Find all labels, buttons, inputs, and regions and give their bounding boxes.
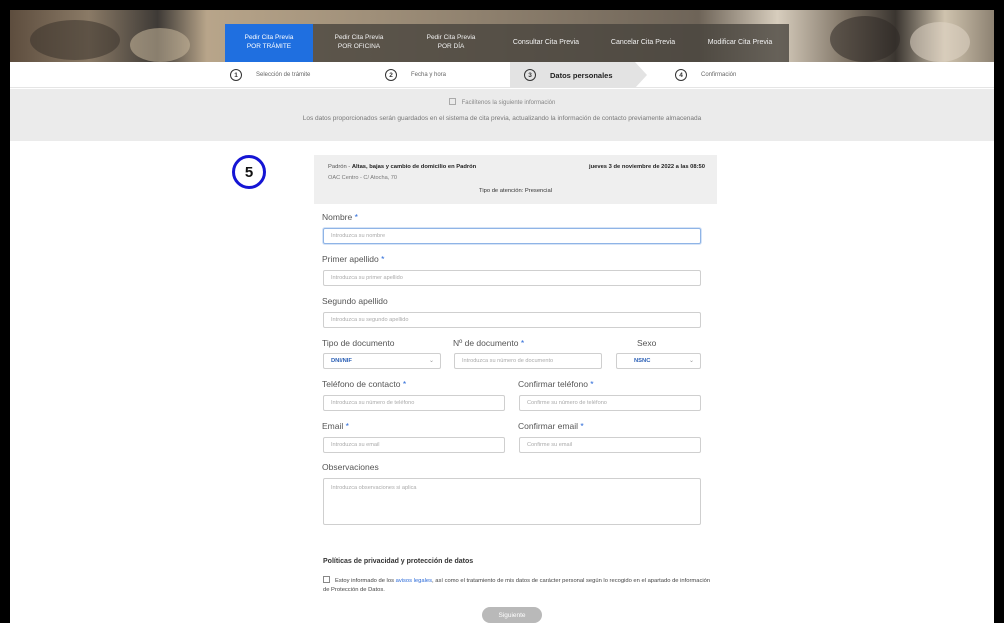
info-band: Facilítenos la siguiente información Los… — [10, 89, 994, 141]
sexo-label: Sexo — [637, 338, 657, 348]
appointment-summary: Padrón - Altas, bajas y cambio de domici… — [314, 155, 717, 204]
numero-documento-label: Nº de documento * — [453, 338, 524, 348]
tab-label: Consultar Cita Previa — [512, 39, 580, 47]
tipo-documento-label: Tipo de documento — [322, 338, 395, 348]
tab-modificar[interactable]: Modificar Cita Previa — [691, 24, 789, 62]
label-text: Nº de documento — [453, 338, 519, 348]
segundo-apellido-label: Segundo apellido — [322, 296, 388, 306]
step-number: 1 — [230, 69, 242, 81]
tab-label: Pedir Cita Previa — [334, 34, 384, 42]
consent-text-before: Estoy informado de los — [335, 578, 394, 584]
telefono-input[interactable]: Introduzca su número de teléfono — [323, 395, 505, 411]
page: Pedir Cita Previa POR TRÁMITE Pedir Cita… — [10, 10, 994, 623]
step-number: 4 — [675, 69, 687, 81]
info-checkbox — [448, 98, 456, 105]
observaciones-textarea[interactable]: Introduzca observaciones si aplica — [323, 478, 701, 525]
consent-checkbox[interactable] — [323, 576, 330, 583]
segundo-apellido-input[interactable]: Introduzca su segundo apellido — [323, 312, 701, 328]
required-mark: * — [354, 212, 358, 222]
confirmar-telefono-label: Confirmar teléfono * — [518, 379, 594, 389]
summary-office: OAC Centro - C/ Atocha, 70 — [328, 175, 398, 181]
label-text: Primer apellido — [322, 254, 379, 264]
step-seleccion-tramite: 1 Selección de trámite — [230, 62, 310, 88]
progress-stepper: 1 Selección de trámite 2 Fecha y hora 3 … — [10, 62, 994, 88]
sexo-value: NSNC — [634, 358, 651, 364]
tab-label: Cancelar Cita Previa — [610, 39, 676, 47]
label-text: Confirmar teléfono — [518, 379, 588, 389]
tab-cancelar[interactable]: Cancelar Cita Previa — [595, 24, 691, 62]
confirmar-telefono-input[interactable]: Confirme su número de teléfono — [519, 395, 701, 411]
info-heading: Facilítenos la siguiente información — [10, 98, 994, 106]
label-text: Teléfono de contacto — [322, 379, 401, 389]
confirmar-email-input[interactable]: Confirme su email — [519, 437, 701, 453]
tab-bar: Pedir Cita Previa POR TRÁMITE Pedir Cita… — [225, 24, 789, 62]
sexo-select[interactable]: NSNC ⌄ — [616, 353, 701, 369]
tab-sublabel: POR TRÁMITE — [246, 43, 292, 50]
tipo-documento-select[interactable]: DNI/NIF ⌄ — [323, 353, 441, 369]
step-number: 3 — [524, 69, 536, 81]
privacy-title: Políticas de privacidad y protección de … — [323, 558, 474, 565]
step-confirmacion: 4 Confirmación — [675, 62, 736, 88]
summary-datetime: jueves 3 de noviembre de 2022 a las 08:5… — [588, 164, 705, 170]
step-fecha-hora: 2 Fecha y hora — [385, 62, 446, 88]
chevron-down-icon: ⌄ — [688, 358, 694, 364]
tipo-documento-value: DNI/NIF — [331, 358, 352, 364]
primer-apellido-input[interactable]: Introduzca su primer apellido — [323, 270, 701, 286]
next-button[interactable]: Siguiente — [482, 607, 542, 623]
tab-consultar[interactable]: Consultar Cita Previa — [497, 24, 595, 62]
numero-documento-input[interactable]: Introduzca su número de documento — [454, 353, 602, 369]
step-label: Datos personales — [550, 70, 613, 80]
observaciones-label: Observaciones — [322, 462, 379, 472]
email-label: Email * — [322, 421, 349, 431]
required-mark: * — [402, 379, 407, 389]
privacy-consent: Estoy informado de los avisos legales, a… — [323, 576, 711, 596]
info-notice: Los datos proporcionados serán guardados… — [302, 115, 702, 122]
required-mark: * — [381, 254, 385, 264]
step-label: Confirmación — [701, 72, 737, 78]
tab-sublabel: POR OFICINA — [337, 43, 381, 50]
email-input[interactable]: Introduzca su email — [323, 437, 505, 453]
step-number: 2 — [385, 69, 397, 81]
primer-apellido-label: Primer apellido * — [322, 254, 384, 264]
info-checkbox-label: Facilítenos la siguiente información — [461, 100, 556, 106]
telefono-label: Teléfono de contacto * — [322, 379, 406, 389]
tab-por-oficina[interactable]: Pedir Cita Previa POR OFICINA — [313, 24, 405, 62]
tab-por-dia[interactable]: Pedir Cita Previa POR DÍA — [405, 24, 497, 62]
required-mark: * — [590, 379, 594, 389]
legal-notices-link[interactable]: avisos legales — [396, 578, 432, 584]
confirmar-email-label: Confirmar email * — [518, 421, 584, 431]
tab-label: Modificar Cita Previa — [707, 39, 773, 47]
nombre-input[interactable]: Introduzca su nombre — [323, 228, 701, 244]
required-mark: * — [580, 421, 584, 431]
summary-service: Padrón - Altas, bajas y cambio de domici… — [328, 164, 476, 170]
tab-sublabel: POR DÍA — [437, 43, 465, 50]
tab-label: Pedir Cita Previa — [244, 34, 294, 42]
required-mark: * — [520, 338, 525, 348]
label-text: Email — [322, 421, 344, 431]
header-banner: Pedir Cita Previa POR TRÁMITE Pedir Cita… — [10, 10, 994, 62]
summary-service-name: Altas, bajas y cambio de domicilio en Pa… — [351, 164, 477, 170]
step-datos-personales: 3 Datos personales — [510, 62, 647, 88]
label-text: Nombre — [322, 212, 353, 222]
tab-por-tramite[interactable]: Pedir Cita Previa POR TRÁMITE — [225, 24, 313, 62]
step-label: Fecha y hora — [411, 72, 447, 78]
summary-service-prefix: Padrón - — [328, 164, 351, 170]
label-text: Confirmar email — [518, 421, 578, 431]
step-badge: 5 — [232, 155, 266, 189]
step-label: Selección de trámite — [256, 72, 311, 78]
nombre-label: Nombre * — [322, 212, 358, 222]
required-mark: * — [345, 421, 349, 431]
tab-label: Pedir Cita Previa — [426, 34, 476, 42]
summary-attention-type: Tipo de atención: Presencial — [479, 188, 552, 194]
chevron-down-icon: ⌄ — [428, 358, 434, 364]
